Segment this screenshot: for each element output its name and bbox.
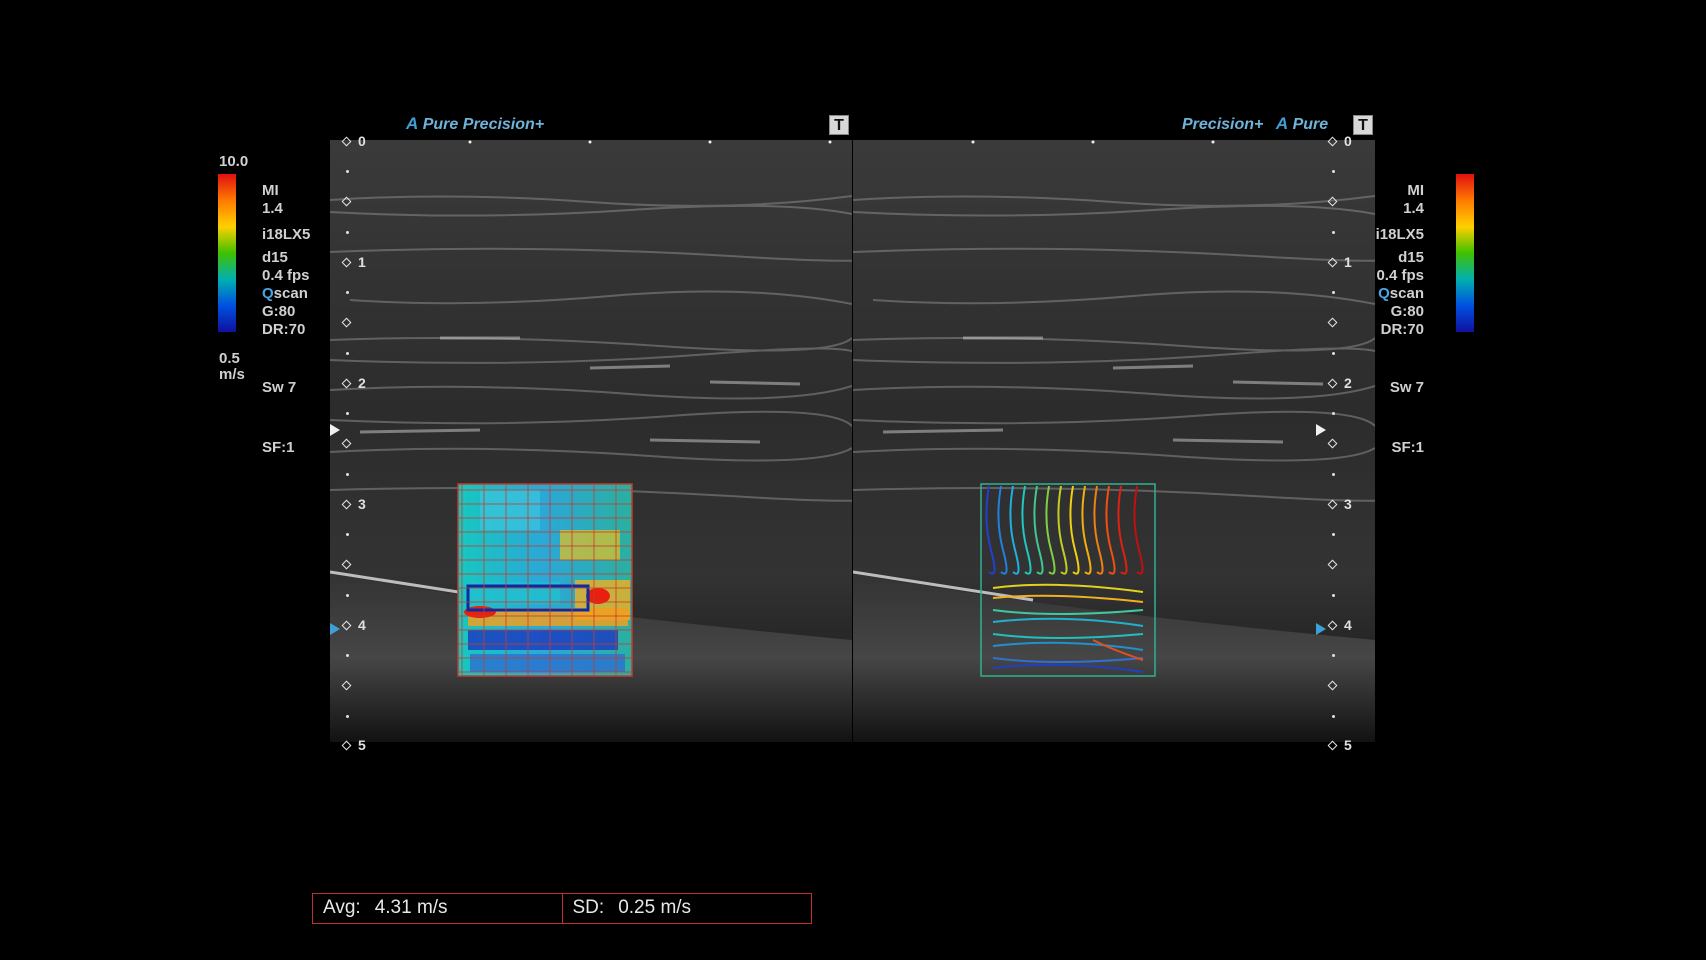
right-depth-tick [1332, 715, 1335, 718]
right-params: MI 1.4 i18LX5 d15 0.4 fps Qscan G:80 DR:… [1356, 182, 1424, 457]
probe-name: i18LX5 [1375, 226, 1424, 243]
right-bmode-svg [853, 140, 1375, 742]
left-depth-tick [346, 170, 349, 173]
scale-unit-label: m/s [219, 366, 245, 383]
left-depth-mark [341, 740, 352, 751]
left-t-button[interactable]: T [829, 115, 849, 135]
right-depth-tick [1332, 473, 1335, 476]
left-depth-tick [346, 473, 349, 476]
gain-value: G:80 [262, 303, 296, 320]
right-depth-tick [1332, 533, 1335, 536]
sf-value: SF:1 [1391, 439, 1424, 456]
right-depth-label-0: 0 [1344, 133, 1352, 149]
left-depth-label-0: 0 [358, 133, 366, 149]
mi-value: 1.4 [1403, 200, 1424, 217]
right-ultrasound-image[interactable] [853, 140, 1375, 742]
sd-value: 0.25 m/s [618, 897, 692, 918]
fps-value: 0.4 fps [262, 267, 310, 284]
sd-label: SD: [572, 897, 605, 918]
scale-max-label: 10.0 [219, 153, 249, 170]
right-header-a: A [1275, 114, 1289, 133]
mi-label: MI [262, 182, 279, 199]
avg-value: 4.31 m/s [374, 897, 448, 918]
gain-value: G:80 [1390, 303, 1424, 320]
dynamic-range-value: DR:70 [262, 321, 306, 338]
right-header-pure: Pure [1292, 116, 1329, 133]
right-depth-label-2: 2 [1344, 375, 1352, 391]
left-depth-tick [346, 412, 349, 415]
left-ultrasound-image[interactable] [330, 140, 852, 742]
avg-cell: Avg: 4.31 m/s [313, 894, 562, 923]
right-depth-tick [1332, 231, 1335, 234]
left-depth-tick [346, 291, 349, 294]
qscan-label: Qscan [1378, 285, 1424, 302]
right-depth-tick [1332, 291, 1335, 294]
left-depth-label-5: 5 [358, 737, 366, 753]
left-params: MI 1.4 i18LX5 d15 0.4 fps Qscan G:80 DR:… [262, 182, 310, 457]
measurement-stats: Avg: 4.31 m/s SD: 0.25 m/s [312, 893, 812, 924]
right-depth-tick [1332, 654, 1335, 657]
right-depth-label-3: 3 [1344, 496, 1352, 512]
sd-cell: SD: 0.25 m/s [561, 894, 812, 923]
left-bmode-svg [330, 140, 852, 742]
right-depth-mark [1327, 740, 1338, 751]
swe-roi-box[interactable] [457, 483, 633, 677]
right-depth-tick [1332, 352, 1335, 355]
sweep-value: Sw 7 [262, 379, 297, 396]
sweep-value: Sw 7 [1389, 379, 1424, 396]
left-velocity-colorbar [218, 174, 236, 332]
left-header-pure: Pure [422, 116, 459, 133]
right-depth-tick [1332, 594, 1335, 597]
right-depth-label-4: 4 [1344, 617, 1352, 633]
right-tgc-marker[interactable] [1316, 623, 1326, 635]
right-depth-tick [1332, 170, 1335, 173]
dynamic-range-value: DR:70 [1380, 321, 1424, 338]
fps-value: 0.4 fps [1376, 267, 1424, 284]
left-focus-marker[interactable] [330, 424, 340, 436]
left-depth-tick [346, 533, 349, 536]
right-header: Precision+ A Pure [1182, 114, 1328, 134]
right-depth-label-5: 5 [1344, 737, 1352, 753]
left-header-a: A [406, 114, 419, 133]
left-depth-tick [346, 352, 349, 355]
depth-value: d15 [262, 249, 288, 266]
scale-min-label: 0.5 [219, 350, 240, 367]
left-depth-label-3: 3 [358, 496, 366, 512]
right-velocity-colorbar [1456, 174, 1474, 332]
depth-value: d15 [1398, 249, 1424, 266]
left-depth-tick [346, 594, 349, 597]
left-depth-tick [346, 654, 349, 657]
left-depth-tick [346, 715, 349, 718]
left-depth-label-1: 1 [358, 254, 366, 270]
right-t-button[interactable]: T [1353, 115, 1373, 135]
mi-value: 1.4 [262, 200, 283, 217]
left-header: A Pure Precision+ [406, 114, 544, 134]
avg-label: Avg: [323, 897, 361, 918]
right-depth-tick [1332, 412, 1335, 415]
left-tgc-marker[interactable] [330, 623, 340, 635]
mi-label: MI [1407, 182, 1424, 199]
qscan-label: Qscan [262, 285, 308, 302]
right-focus-marker[interactable] [1316, 424, 1326, 436]
left-header-precision: Precision+ [462, 116, 545, 133]
sf-value: SF:1 [262, 439, 295, 456]
probe-name: i18LX5 [262, 226, 311, 243]
left-depth-label-2: 2 [358, 375, 366, 391]
right-header-precision: Precision+ [1182, 116, 1264, 133]
left-depth-label-4: 4 [358, 617, 366, 633]
right-depth-label-1: 1 [1344, 254, 1352, 270]
left-depth-tick [346, 231, 349, 234]
